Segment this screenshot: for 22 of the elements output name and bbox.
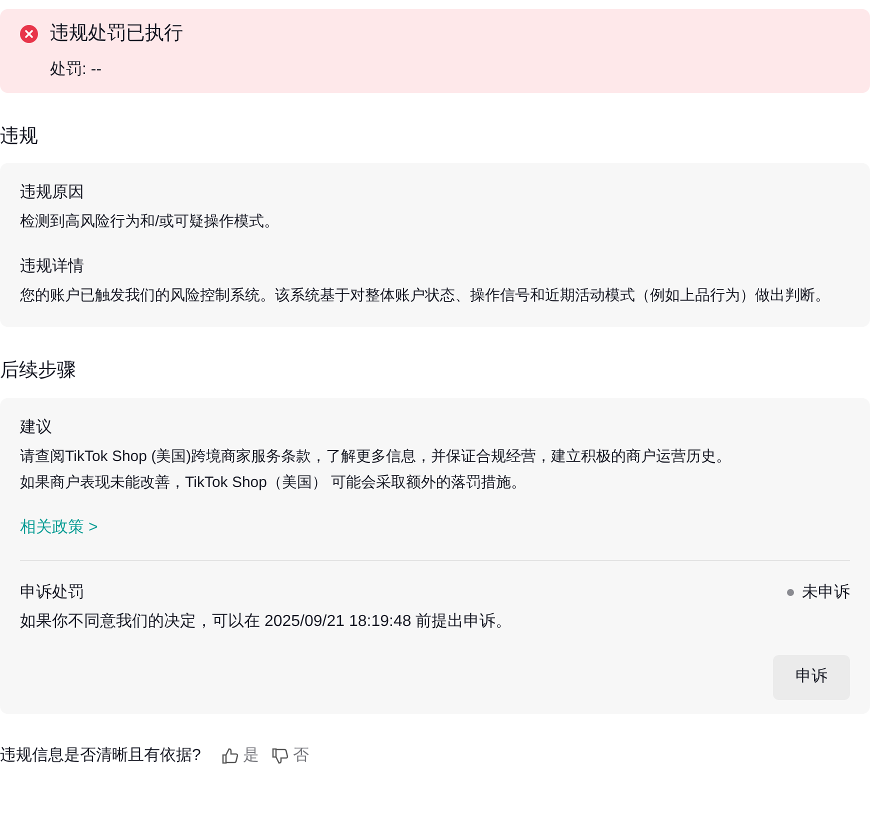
field-text: 您的账户已触发我们的风险控制系统。该系统基于对整体账户状态、操作信号和近期活动模式（例如上品行为）做出判断。 (20, 286, 831, 306)
yes-button[interactable]: 是 (220, 744, 259, 768)
field-text: 请查阅TikTok Shop (美国)跨境商家服务条款，了解更多信息，并保证合规经营，建立积极的商户运营历史。 (20, 446, 732, 466)
thumbs-up-icon (220, 746, 239, 764)
field-label: 违规原因 (20, 182, 85, 203)
field-label: 申诉处罚 (20, 582, 84, 602)
alert-detail: 处罚: -- (50, 60, 103, 80)
field-label: 建议 (20, 418, 53, 438)
section-heading: 后续步骤 (0, 359, 77, 383)
feedback-question: 违规信息是否清晰且有依据? (0, 746, 201, 766)
field-text: 如果商户表现未能改善，TikTok Shop（美国） 可能会采取额外的落罚措施。 (20, 472, 528, 492)
no-button[interactable]: 否 (270, 744, 309, 768)
alert-title: 违规处罚已执行 (50, 22, 183, 46)
policy-link[interactable]: 相关政策 > (20, 516, 98, 540)
error-icon (20, 25, 38, 44)
section-heading: 违规 (0, 124, 39, 148)
thumbs-down-icon (270, 746, 289, 764)
field-text: 如果你不同意我们的决定，可以在 2025/09/21 18:19:48 前提出申诉。 (20, 612, 513, 632)
field-text: 检测到高风险行为和/或可疑操作模式。 (20, 212, 280, 232)
field-label: 违规详情 (20, 256, 85, 277)
appeal-status: 未申诉 (802, 582, 850, 602)
appeal-button[interactable]: 申诉 (773, 654, 850, 700)
